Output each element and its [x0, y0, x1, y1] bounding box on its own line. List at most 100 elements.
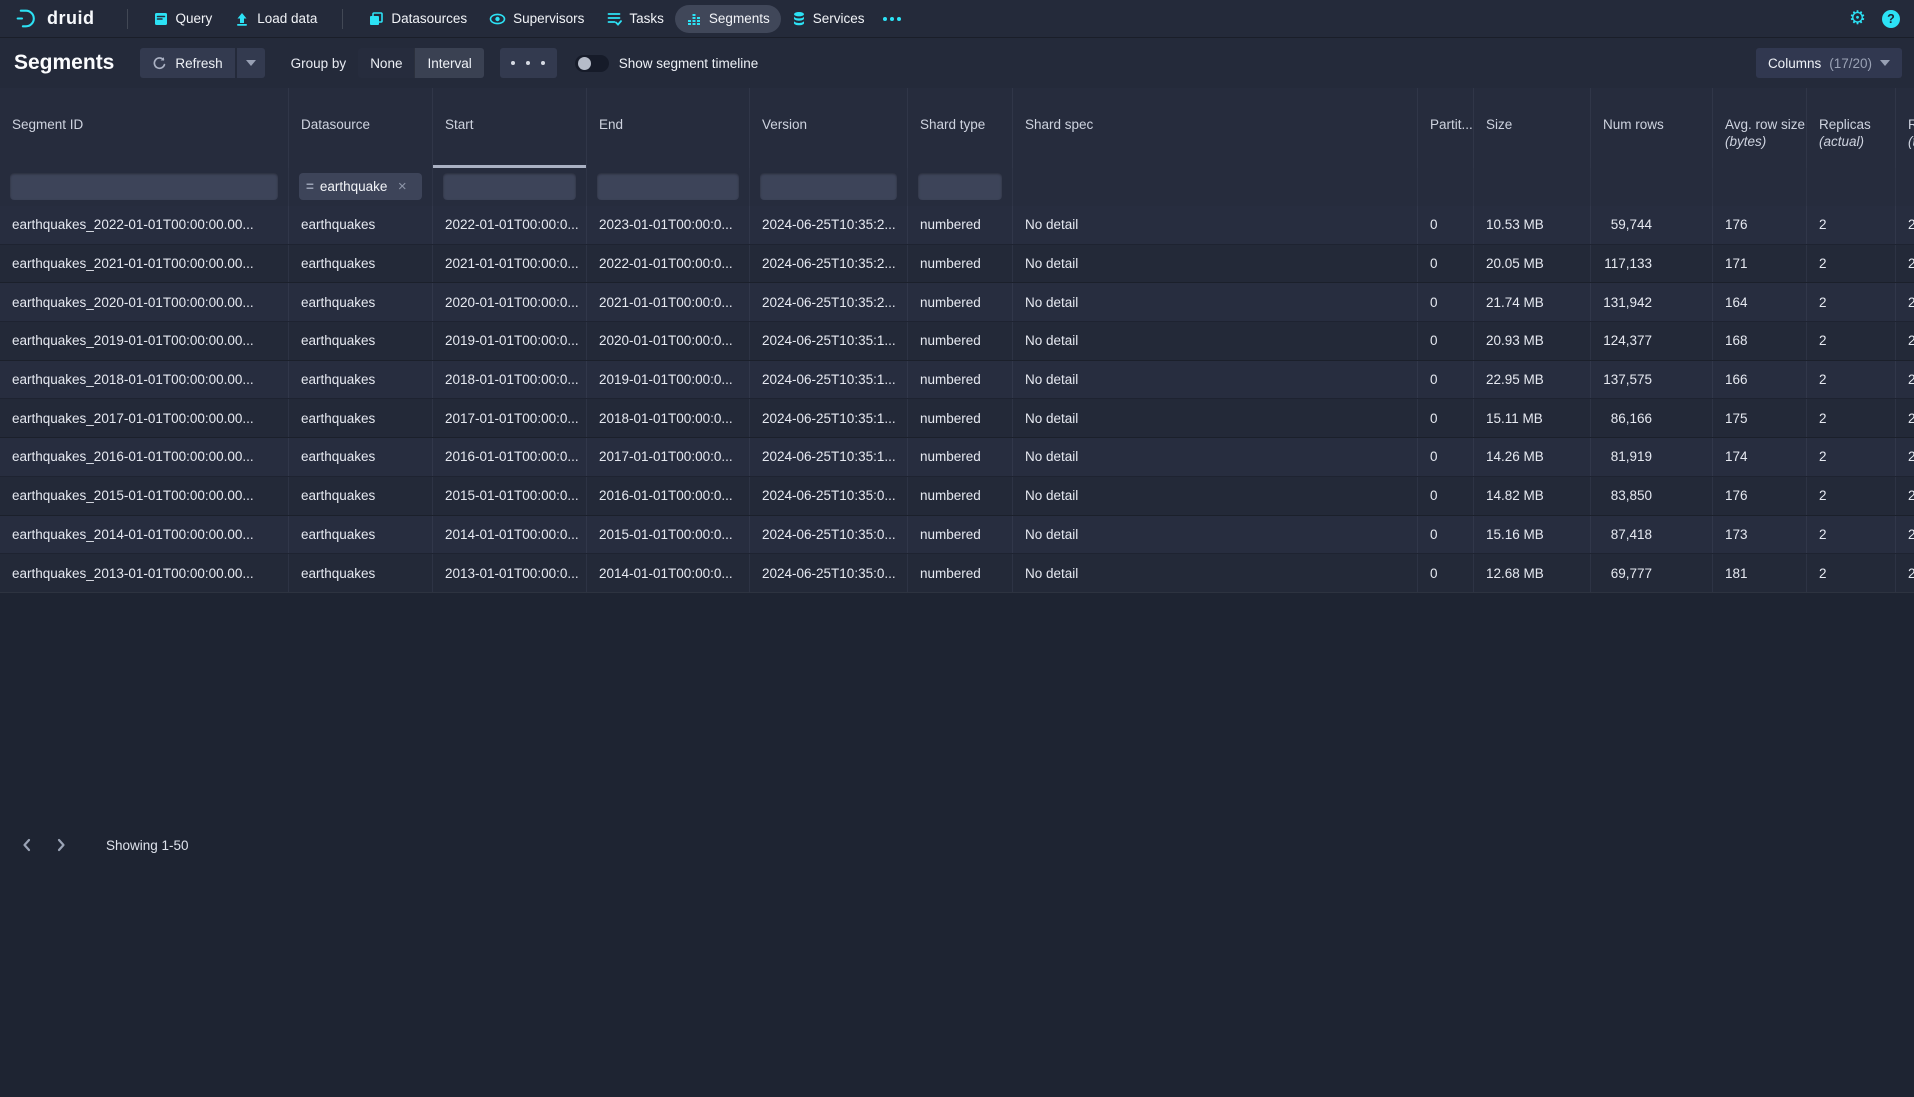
gear-icon[interactable]: ⚙ — [1849, 9, 1866, 28]
cell-replicas: 2 — [1807, 283, 1896, 321]
table-row[interactable]: earthquakes_2013-01-01T00:00:00.00...ear… — [0, 554, 1914, 592]
refresh-button[interactable]: Refresh — [140, 48, 234, 78]
cell-avg-row-size: 181 — [1713, 554, 1807, 592]
table-body: earthquakes_2022-01-01T00:00:00.00...ear… — [0, 206, 1914, 592]
filter-shard-type-input[interactable] — [918, 173, 1002, 200]
nav-more-button[interactable] — [875, 11, 909, 27]
cell-partition: 0 — [1418, 206, 1474, 244]
cell-shard-spec: No detail — [1013, 361, 1418, 399]
cell-end: 2014-01-01T00:00:0... — [587, 554, 750, 592]
column-header-shard-spec[interactable]: Shard spec — [1013, 88, 1418, 168]
clear-filter-icon[interactable]: × — [398, 178, 407, 195]
column-header-version[interactable]: Version — [750, 88, 908, 168]
datasources-icon — [368, 11, 384, 27]
column-header-replicas[interactable]: Replicas(actual) — [1807, 88, 1896, 168]
druid-console: druid Query Load data Datasources — [0, 0, 1914, 1097]
chevron-down-icon — [1880, 60, 1890, 66]
cell-num-rows: 83,850 — [1591, 477, 1713, 515]
nav-item-supervisors[interactable]: Supervisors — [478, 5, 595, 33]
load-data-icon — [234, 11, 250, 27]
refresh-split-button: Refresh — [140, 48, 264, 78]
segments-table: Segment ID Datasource Start End Version … — [0, 88, 1914, 592]
cell-version: 2024-06-25T10:35:0... — [750, 477, 908, 515]
table-row[interactable]: earthquakes_2019-01-01T00:00:00.00...ear… — [0, 322, 1914, 361]
cell-partition: 0 — [1418, 477, 1474, 515]
cell-replicas: 2 — [1807, 554, 1896, 592]
nav-item-services[interactable]: Services — [781, 5, 876, 33]
nav-item-datasources[interactable]: Datasources — [357, 5, 478, 33]
cell-replication-factor: 2 — [1896, 477, 1914, 515]
cell-num-rows: 86,166 — [1591, 399, 1713, 437]
page-title: Segments — [14, 51, 114, 75]
cell-end: 2018-01-01T00:00:0... — [587, 399, 750, 437]
filter-segment-id-input[interactable] — [10, 173, 278, 200]
cell-end: 2019-01-01T00:00:0... — [587, 361, 750, 399]
table-row[interactable]: earthquakes_2016-01-01T00:00:00.00...ear… — [0, 438, 1914, 477]
druid-logo[interactable]: druid — [14, 6, 95, 31]
cell-start: 2017-01-01T00:00:0... — [433, 399, 587, 437]
cell-avg-row-size: 164 — [1713, 283, 1807, 321]
cell-avg-row-size: 166 — [1713, 361, 1807, 399]
nav-item-segments[interactable]: Segments — [675, 5, 781, 33]
pagination-bar: Showing 1-50 — [0, 592, 1914, 1097]
nav-item-query[interactable]: Query — [142, 5, 224, 33]
column-header-datasource[interactable]: Datasource — [289, 88, 433, 168]
refresh-icon — [152, 56, 167, 71]
cell-shard-type: numbered — [908, 438, 1013, 476]
cell-end: 2021-01-01T00:00:0... — [587, 283, 750, 321]
table-row[interactable]: earthquakes_2014-01-01T00:00:00.00...ear… — [0, 516, 1914, 555]
group-by-none-button[interactable]: None — [358, 48, 414, 78]
previous-page-button[interactable] — [10, 832, 44, 858]
column-header-segment-id[interactable]: Segment ID — [0, 88, 289, 168]
toggle-knob — [578, 57, 591, 70]
table-row[interactable]: earthquakes_2015-01-01T00:00:00.00...ear… — [0, 477, 1914, 516]
cell-end: 2023-01-01T00:00:0... — [587, 206, 750, 244]
refresh-interval-dropdown[interactable] — [237, 48, 265, 78]
nav-item-label: Query — [176, 11, 213, 26]
cell-avg-row-size: 176 — [1713, 206, 1807, 244]
cell-shard-type: numbered — [908, 245, 1013, 283]
cell-size: 15.11 MB — [1474, 399, 1591, 437]
table-row[interactable]: earthquakes_2022-01-01T00:00:00.00...ear… — [0, 206, 1914, 245]
cell-datasource: earthquakes — [289, 283, 433, 321]
group-by-interval-button[interactable]: Interval — [414, 48, 483, 78]
cell-num-rows: 124,377 — [1591, 322, 1713, 360]
column-header-size[interactable]: Size — [1474, 88, 1591, 168]
table-row[interactable]: earthquakes_2017-01-01T00:00:00.00...ear… — [0, 399, 1914, 438]
cell-datasource: earthquakes — [289, 361, 433, 399]
column-header-partition[interactable]: Partit... — [1418, 88, 1474, 168]
table-row[interactable]: earthquakes_2021-01-01T00:00:00.00...ear… — [0, 245, 1914, 284]
column-header-end[interactable]: End — [587, 88, 750, 168]
next-page-button[interactable] — [44, 832, 78, 858]
filter-version-input[interactable] — [760, 173, 897, 200]
refresh-label: Refresh — [175, 56, 222, 71]
column-header-num-rows[interactable]: Num rows — [1591, 88, 1713, 168]
cell-datasource: earthquakes — [289, 206, 433, 244]
segment-timeline-toggle[interactable]: Show segment timeline — [575, 55, 759, 72]
segments-icon — [686, 11, 702, 27]
filter-start-input[interactable] — [443, 173, 576, 200]
cell-replication-factor: 2 — [1896, 283, 1914, 321]
datasource-filter-chip[interactable]: = earthquake × — [299, 173, 422, 200]
column-header-avg-row-size[interactable]: Avg. row size(bytes) — [1713, 88, 1807, 168]
cell-version: 2024-06-25T10:35:1... — [750, 399, 908, 437]
table-row[interactable]: earthquakes_2020-01-01T00:00:00.00...ear… — [0, 283, 1914, 322]
cell-replication-factor: 2 — [1896, 245, 1914, 283]
columns-button[interactable]: Columns (17/20) — [1756, 48, 1902, 78]
column-header-shard-type[interactable]: Shard type — [908, 88, 1013, 168]
toolbar-more-button[interactable] — [500, 48, 557, 78]
table-row[interactable]: earthquakes_2018-01-01T00:00:00.00...ear… — [0, 361, 1914, 400]
filter-end-input[interactable] — [597, 173, 739, 200]
cell-datasource: earthquakes — [289, 516, 433, 554]
cell-version: 2024-06-25T10:35:2... — [750, 245, 908, 283]
cell-partition: 0 — [1418, 361, 1474, 399]
toggle-track — [575, 55, 609, 72]
cell-shard-type: numbered — [908, 477, 1013, 515]
nav-item-load-data[interactable]: Load data — [223, 5, 328, 33]
help-icon[interactable]: ? — [1882, 10, 1900, 28]
cell-shard-spec: No detail — [1013, 554, 1418, 592]
column-header-replication-factor[interactable]: Replication factor(target) — [1896, 88, 1914, 168]
cell-size: 14.82 MB — [1474, 477, 1591, 515]
nav-item-tasks[interactable]: Tasks — [595, 5, 675, 33]
column-header-start[interactable]: Start — [433, 88, 587, 168]
